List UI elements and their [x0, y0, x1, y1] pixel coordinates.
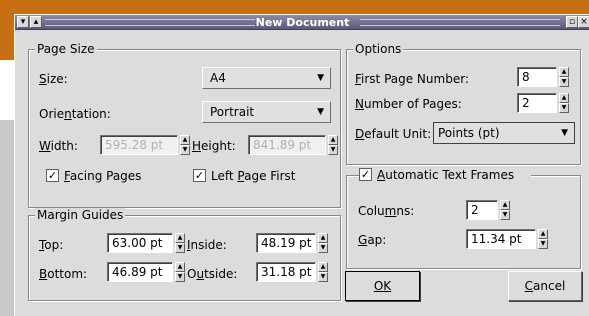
- spin-up-icon[interactable]: ▲: [180, 135, 190, 145]
- spin-up-icon[interactable]: ▲: [318, 262, 328, 272]
- check-icon: ✓: [193, 169, 206, 182]
- height-label: Height:: [192, 139, 236, 153]
- height-spinbox[interactable]: 841.89 pt ▲ ▼: [248, 135, 338, 155]
- size-select-value: A4: [210, 71, 226, 85]
- chevron-down-icon: ▼: [561, 128, 568, 138]
- width-field[interactable]: 595.28 pt: [100, 135, 178, 155]
- spin-down-icon[interactable]: ▼: [318, 243, 328, 253]
- chevron-down-icon: ▼: [317, 107, 324, 117]
- check-icon: ✓: [359, 168, 372, 181]
- spin-down-icon[interactable]: ▼: [559, 103, 569, 113]
- spin-up-icon[interactable]: ▲: [175, 262, 185, 272]
- spin-up-icon[interactable]: ▲: [328, 135, 338, 145]
- title-bar[interactable]: ▾ ▴ New Document ▫ ×: [15, 15, 589, 30]
- cancel-button[interactable]: Cancel: [508, 271, 582, 301]
- check-icon: ✓: [46, 169, 59, 182]
- options-legend: Options: [353, 42, 404, 56]
- spin-down-icon[interactable]: ▼: [538, 239, 548, 249]
- desktop-background: [0, 0, 589, 14]
- first-page-number-field[interactable]: 8: [517, 67, 557, 87]
- spin-down-icon[interactable]: ▼: [328, 145, 338, 155]
- size-select[interactable]: A4 ▼: [202, 67, 331, 89]
- gap-spinbox[interactable]: 11.34 pt ▲ ▼: [466, 229, 552, 249]
- page-size-group: Page Size Size: A4 ▼ Orientation: Portra…: [28, 42, 341, 208]
- automatic-text-frames-label: Automatic Text Frames: [377, 168, 515, 182]
- cancel-button-label: Cancel: [524, 279, 566, 293]
- new-document-dialog: ▾ ▴ New Document ▫ × Page Size Size: A4 …: [14, 14, 589, 316]
- height-field[interactable]: 841.89 pt: [248, 135, 326, 155]
- page-size-legend: Page Size: [35, 42, 97, 56]
- first-page-number-label: First Page Number:: [355, 72, 469, 86]
- default-unit-value: Points (pt): [438, 126, 500, 140]
- spin-up-icon[interactable]: ▲: [538, 229, 548, 239]
- outside-margin-spinbox[interactable]: 31.18 pt ▲ ▼: [256, 262, 340, 282]
- maximize-icon[interactable]: ▫: [566, 16, 578, 28]
- width-label: Width:: [39, 139, 78, 153]
- facing-pages-label: Facing Pages: [64, 169, 142, 183]
- spin-up-icon[interactable]: ▲: [318, 233, 328, 243]
- spin-down-icon[interactable]: ▼: [559, 77, 569, 87]
- spin-down-icon[interactable]: ▼: [175, 243, 185, 253]
- bottom-margin-label: Bottom:: [39, 267, 88, 281]
- spin-up-icon[interactable]: ▲: [559, 93, 569, 103]
- spin-down-icon[interactable]: ▼: [175, 272, 185, 282]
- orientation-select[interactable]: Portrait ▼: [202, 101, 331, 123]
- default-unit-label: Default Unit:: [355, 127, 432, 141]
- margin-guides-group: Margin Guides Top: 63.00 pt ▲ ▼ Inside: …: [28, 208, 341, 301]
- margin-guides-legend: Margin Guides: [35, 208, 126, 222]
- bottom-margin-field[interactable]: 46.89 pt: [107, 262, 173, 282]
- number-of-pages-field[interactable]: 2: [517, 93, 557, 113]
- left-page-first-label: Left Page First: [211, 169, 296, 183]
- gap-field[interactable]: 11.34 pt: [466, 229, 536, 249]
- spin-down-icon[interactable]: ▼: [318, 272, 328, 282]
- outside-margin-field[interactable]: 31.18 pt: [256, 262, 316, 282]
- spin-up-icon[interactable]: ▲: [175, 233, 185, 243]
- automatic-text-frames-group: ✓ Automatic Text Frames Columns: 2 ▲ ▼ G…: [346, 168, 581, 269]
- ok-button-label: OK: [373, 279, 392, 293]
- inside-margin-field[interactable]: 48.19 pt: [256, 233, 316, 253]
- orientation-select-value: Portrait: [210, 105, 255, 119]
- default-unit-select[interactable]: Points (pt) ▼: [433, 122, 575, 144]
- facing-pages-checkbox[interactable]: ✓ Facing Pages: [46, 169, 176, 183]
- top-margin-label: Top:: [39, 238, 64, 252]
- columns-label: Columns:: [358, 204, 415, 218]
- automatic-text-frames-checkbox[interactable]: ✓ Automatic Text Frames: [359, 168, 531, 182]
- outside-margin-label: Outside:: [187, 267, 238, 281]
- first-page-number-spinbox[interactable]: 8 ▲ ▼: [517, 67, 573, 87]
- spin-down-icon[interactable]: ▼: [500, 210, 510, 220]
- close-icon[interactable]: ×: [578, 16, 589, 28]
- number-of-pages-label: Number of Pages:: [355, 97, 462, 111]
- window-title: New Document: [255, 16, 350, 29]
- top-margin-field[interactable]: 63.00 pt: [107, 233, 173, 253]
- columns-field[interactable]: 2: [466, 200, 498, 220]
- width-spinbox[interactable]: 595.28 pt ▲ ▼: [100, 135, 190, 155]
- left-page-first-checkbox[interactable]: ✓ Left Page First: [193, 169, 323, 183]
- bottom-margin-spinbox[interactable]: 46.89 pt ▲ ▼: [107, 262, 195, 282]
- inside-margin-label: Inside:: [187, 238, 227, 252]
- gap-label: Gap:: [358, 233, 387, 247]
- number-of-pages-spinbox[interactable]: 2 ▲ ▼: [517, 93, 573, 113]
- inside-margin-spinbox[interactable]: 48.19 pt ▲ ▼: [256, 233, 340, 253]
- options-group: Options First Page Number: 8 ▲ ▼ Number …: [346, 42, 581, 165]
- orientation-label: Orientation:: [39, 107, 111, 121]
- ok-button[interactable]: OK: [345, 271, 420, 301]
- columns-spinbox[interactable]: 2 ▲ ▼: [466, 200, 514, 220]
- spin-down-icon[interactable]: ▼: [180, 145, 190, 155]
- desktop-background-left-gray: [0, 120, 14, 316]
- spin-up-icon[interactable]: ▲: [559, 67, 569, 77]
- top-margin-spinbox[interactable]: 63.00 pt ▲ ▼: [107, 233, 195, 253]
- chevron-down-icon: ▼: [317, 73, 324, 83]
- spin-up-icon[interactable]: ▲: [500, 200, 510, 210]
- size-label: Size:: [39, 72, 68, 86]
